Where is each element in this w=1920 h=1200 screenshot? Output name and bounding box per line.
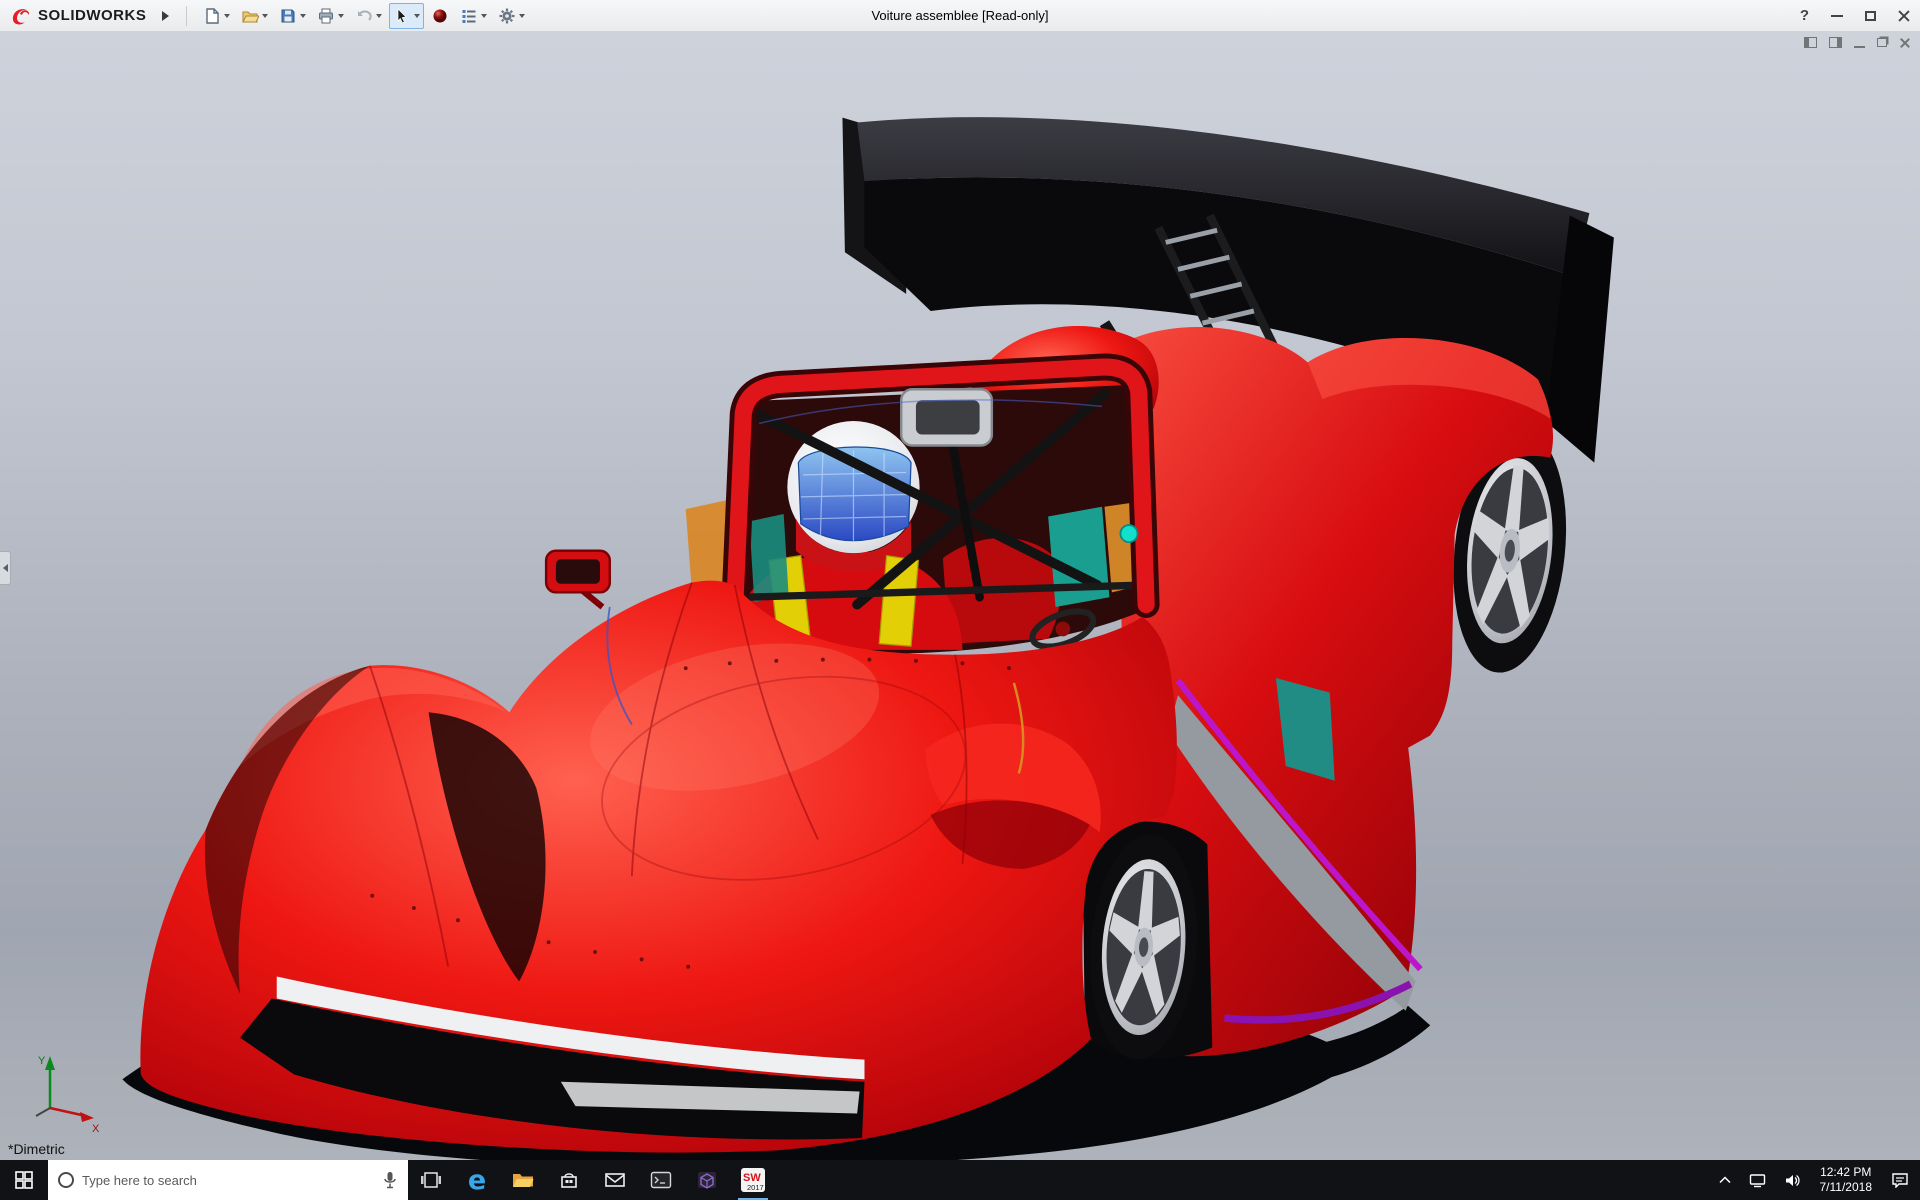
cockpit-indicator-light xyxy=(1120,525,1137,542)
titlebar: SOLIDWORKS xyxy=(0,0,1920,32)
volume-icon xyxy=(1784,1173,1801,1188)
side-panel-teal xyxy=(749,514,788,602)
video-app-button[interactable] xyxy=(684,1160,730,1200)
view-orientation-label: *Dimetric xyxy=(8,1141,65,1157)
solidworks-app-icon: SW 2017 xyxy=(740,1167,766,1193)
command-prompt-button[interactable] xyxy=(638,1160,684,1200)
file-explorer-icon xyxy=(511,1170,535,1190)
undo-button[interactable] xyxy=(351,3,386,29)
dropdown-caret xyxy=(519,14,525,18)
doc-close-icon[interactable] xyxy=(1899,37,1910,48)
clock[interactable]: 12:42 PM 7/11/2018 xyxy=(1812,1165,1881,1195)
side-mirror xyxy=(546,551,610,607)
select-tool-button[interactable] xyxy=(389,3,424,29)
toolbar-separator xyxy=(186,6,187,26)
open-folder-icon xyxy=(241,7,259,25)
mail-envelope-icon xyxy=(604,1171,626,1189)
store-button[interactable] xyxy=(546,1160,592,1200)
options-button[interactable] xyxy=(494,3,529,29)
pane-right-icon[interactable] xyxy=(1829,37,1842,48)
clock-date: 7/11/2018 xyxy=(1820,1180,1873,1195)
dropdown-caret xyxy=(481,14,487,18)
edge-icon: e xyxy=(468,1167,486,1194)
close-button[interactable] xyxy=(1898,10,1910,22)
display-list-button[interactable] xyxy=(456,3,491,29)
network-tray-button[interactable] xyxy=(1742,1160,1773,1200)
dropdown-caret xyxy=(300,14,306,18)
new-document-icon xyxy=(203,7,221,25)
document-window-controls xyxy=(1804,37,1910,48)
start-button[interactable] xyxy=(0,1160,48,1200)
print-icon xyxy=(317,7,335,25)
open-button[interactable] xyxy=(237,3,272,29)
volume-tray-button[interactable] xyxy=(1777,1160,1808,1200)
desktop-screen: SOLIDWORKS xyxy=(0,0,1920,1200)
clock-time: 12:42 PM xyxy=(1820,1165,1873,1180)
brand-label: SOLIDWORKS xyxy=(38,7,146,24)
svg-text:2017: 2017 xyxy=(747,1183,764,1192)
task-view-icon xyxy=(420,1170,442,1190)
graphics-area[interactable]: Y X *Dimetric xyxy=(0,32,1920,1160)
dropdown-caret xyxy=(224,14,230,18)
pane-left-icon[interactable] xyxy=(1804,37,1817,48)
tray-chevron-button[interactable] xyxy=(1712,1160,1738,1200)
select-cursor-icon xyxy=(393,7,411,25)
microphone-icon[interactable] xyxy=(382,1171,398,1189)
featuremanager-flyout-tab[interactable] xyxy=(0,551,11,585)
solidworks-taskbar-button[interactable]: SW 2017 xyxy=(730,1160,776,1200)
menu-expand-arrow[interactable] xyxy=(156,7,174,25)
side-panel-teal xyxy=(1048,507,1109,607)
center-mirror xyxy=(901,389,992,445)
dassault-systemes-logo-icon xyxy=(10,5,32,27)
search-box[interactable] xyxy=(48,1160,408,1200)
video-app-icon xyxy=(696,1170,718,1190)
maximize-button[interactable] xyxy=(1865,11,1876,21)
mail-button[interactable] xyxy=(592,1160,638,1200)
action-center-button[interactable] xyxy=(1884,1160,1916,1200)
print-button[interactable] xyxy=(313,3,348,29)
task-view-button[interactable] xyxy=(408,1160,454,1200)
car-model-render[interactable] xyxy=(0,32,1920,1160)
dropdown-caret xyxy=(262,14,268,18)
gear-icon xyxy=(498,7,516,25)
minimize-button[interactable] xyxy=(1831,15,1843,17)
orientation-triad: Y X xyxy=(16,1044,106,1134)
triad-x-label: X xyxy=(92,1123,100,1134)
new-document-button[interactable] xyxy=(199,3,234,29)
undo-arrow-icon xyxy=(355,7,373,25)
command-prompt-icon xyxy=(650,1171,672,1189)
windows-logo-icon xyxy=(14,1170,34,1190)
dropdown-caret xyxy=(414,14,420,18)
chevron-up-icon xyxy=(1719,1176,1731,1184)
edge-button[interactable]: e xyxy=(454,1160,500,1200)
save-button[interactable] xyxy=(275,3,310,29)
solidworks-brand: SOLIDWORKS xyxy=(10,5,146,27)
list-icon xyxy=(460,7,478,25)
dropdown-caret xyxy=(376,14,382,18)
file-explorer-button[interactable] xyxy=(500,1160,546,1200)
network-icon xyxy=(1749,1173,1766,1188)
save-floppy-icon xyxy=(279,7,297,25)
red-sphere-icon xyxy=(431,7,449,25)
search-input[interactable] xyxy=(82,1173,374,1188)
store-bag-icon xyxy=(559,1170,579,1190)
triad-y-label: Y xyxy=(38,1055,46,1067)
doc-minimize-icon[interactable] xyxy=(1854,46,1865,48)
dropdown-caret xyxy=(338,14,344,18)
red-sphere-button[interactable] xyxy=(427,3,453,29)
action-center-icon xyxy=(1891,1172,1909,1188)
doc-restore-icon[interactable] xyxy=(1877,38,1887,47)
cortana-icon xyxy=(58,1172,74,1188)
taskbar: e xyxy=(0,1160,1920,1200)
help-button[interactable]: ? xyxy=(1800,7,1809,24)
